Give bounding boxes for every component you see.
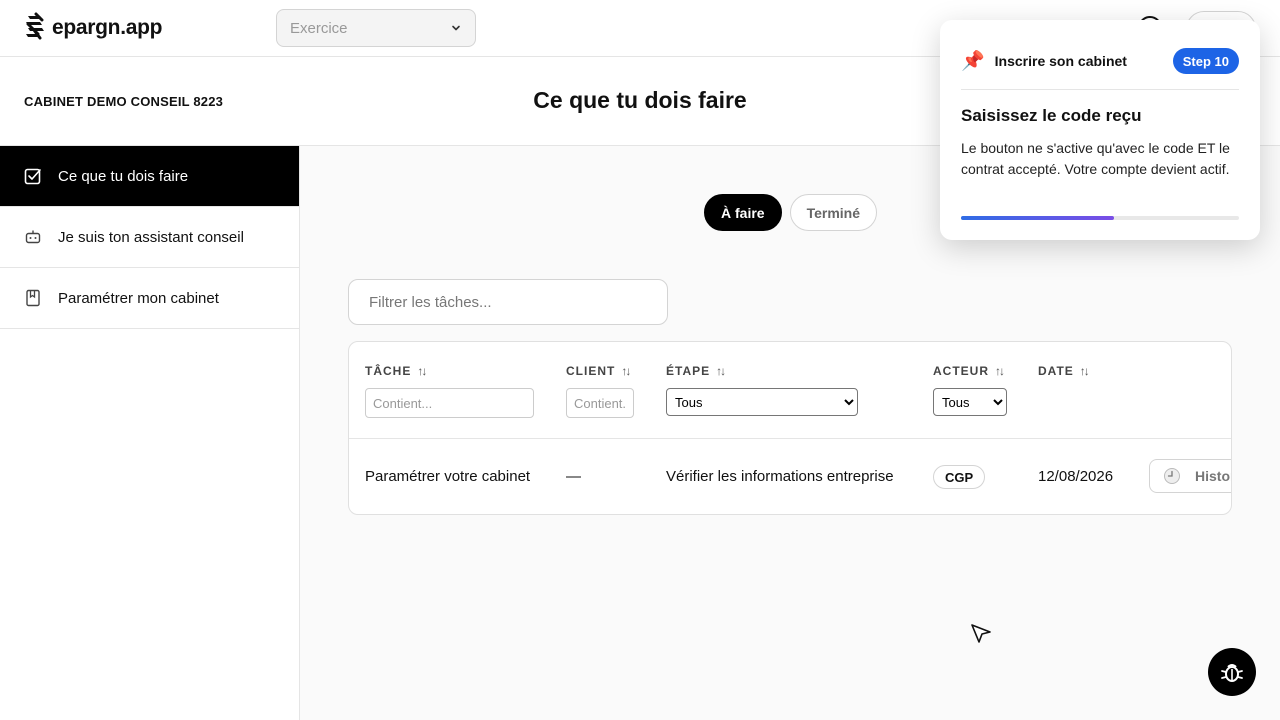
- logo-text: epargn.app: [52, 16, 163, 39]
- sidebar-item-label: Paramétrer mon cabinet: [58, 289, 219, 307]
- sort-icon: ↑↓: [417, 364, 427, 378]
- tab-a-faire[interactable]: À faire: [704, 194, 782, 231]
- cell-tache: Paramétrer votre cabinet: [365, 468, 531, 485]
- cell-date: 12/08/2026: [1038, 468, 1114, 485]
- sort-icon: ↑↓: [1079, 364, 1090, 378]
- sidebar-item-label: Ce que tu dois faire: [58, 167, 189, 185]
- chevron-down-icon: [452, 25, 460, 31]
- column-header-tache[interactable]: TÂCHE ↑↓: [365, 364, 427, 378]
- step-badge: Step 10: [1172, 48, 1239, 74]
- column-header-client[interactable]: CLIENT ↑↓: [566, 364, 631, 378]
- task-filter-input[interactable]: [348, 279, 668, 325]
- onboarding-progress-bar: [961, 216, 1239, 220]
- tab-termine[interactable]: Terminé: [789, 194, 878, 231]
- status-tabs: À faire Terminé: [704, 194, 878, 231]
- cell-client: —: [566, 468, 581, 485]
- column-header-label: ÉTAPE: [666, 364, 711, 378]
- logo-mark-icon: [26, 12, 44, 40]
- bug-report-button[interactable]: [1208, 648, 1256, 696]
- sort-icon: ↑↓: [621, 364, 631, 378]
- column-header-label: DATE: [1038, 364, 1074, 378]
- exercice-select[interactable]: Exercice: [276, 9, 476, 47]
- cell-etape: Vérifier les informations entreprise: [666, 468, 894, 485]
- column-header-etape[interactable]: ÉTAPE ↑↓: [666, 364, 726, 378]
- column-header-label: ACTEUR: [933, 364, 989, 378]
- column-header-acteur[interactable]: ACTEUR ↑↓: [933, 364, 1005, 378]
- logo[interactable]: epargn.app: [24, 12, 162, 44]
- popover-header: 📌 Inscrire son cabinet Step 10: [961, 48, 1239, 74]
- sort-icon: ↑↓: [995, 364, 1005, 378]
- column-header-date[interactable]: DATE ↑↓: [1038, 364, 1090, 378]
- popover-title: Saisissez le code reçu: [961, 106, 1142, 125]
- etape-filter-select[interactable]: Tous: [666, 388, 858, 416]
- column-header-label: CLIENT: [566, 364, 616, 378]
- onboarding-progress-fill: [961, 216, 1114, 220]
- bug-icon: [1221, 664, 1243, 682]
- header-divider: [349, 438, 1231, 439]
- popover-divider: [961, 89, 1239, 90]
- mouse-cursor-icon: [971, 624, 991, 643]
- acteur-filter-select[interactable]: Tous: [933, 388, 1007, 416]
- sidebar-item-settings[interactable]: Paramétrer mon cabinet: [0, 268, 299, 329]
- sort-icon: ↑↓: [716, 364, 726, 378]
- actor-badge: CGP: [933, 465, 986, 489]
- sidebar-item-todo[interactable]: Ce que tu dois faire: [0, 146, 299, 207]
- history-button-label: Histor: [1195, 468, 1232, 484]
- checkbox-icon: [24, 168, 41, 185]
- sidebar: Ce que tu dois faire Je suis ton assista…: [0, 146, 300, 720]
- robot-icon: [25, 230, 41, 244]
- column-header-label: TÂCHE: [365, 364, 412, 378]
- pushpin-icon: 📌: [961, 51, 985, 72]
- popover-header-title: Inscrire son cabinet: [994, 53, 1127, 69]
- bookmark-book-icon: [26, 289, 40, 307]
- tache-filter-input[interactable]: [365, 388, 534, 418]
- clock-icon: [1164, 468, 1180, 484]
- history-button[interactable]: Histor: [1149, 459, 1232, 493]
- onboarding-popover: 📌 Inscrire son cabinet Step 10 Saisissez…: [940, 20, 1260, 240]
- popover-body: Le bouton ne s'active qu'avec le code ET…: [961, 140, 1230, 177]
- sidebar-item-label: Je suis ton assistant conseil: [58, 228, 244, 246]
- exercice-placeholder: Exercice: [290, 19, 348, 37]
- client-filter-input[interactable]: [566, 388, 634, 418]
- tasks-table: TÂCHE ↑↓ CLIENT ↑↓ ÉTAPE ↑↓ ACTEUR ↑↓ DA…: [348, 341, 1232, 515]
- sidebar-item-assistant[interactable]: Je suis ton assistant conseil: [0, 207, 299, 268]
